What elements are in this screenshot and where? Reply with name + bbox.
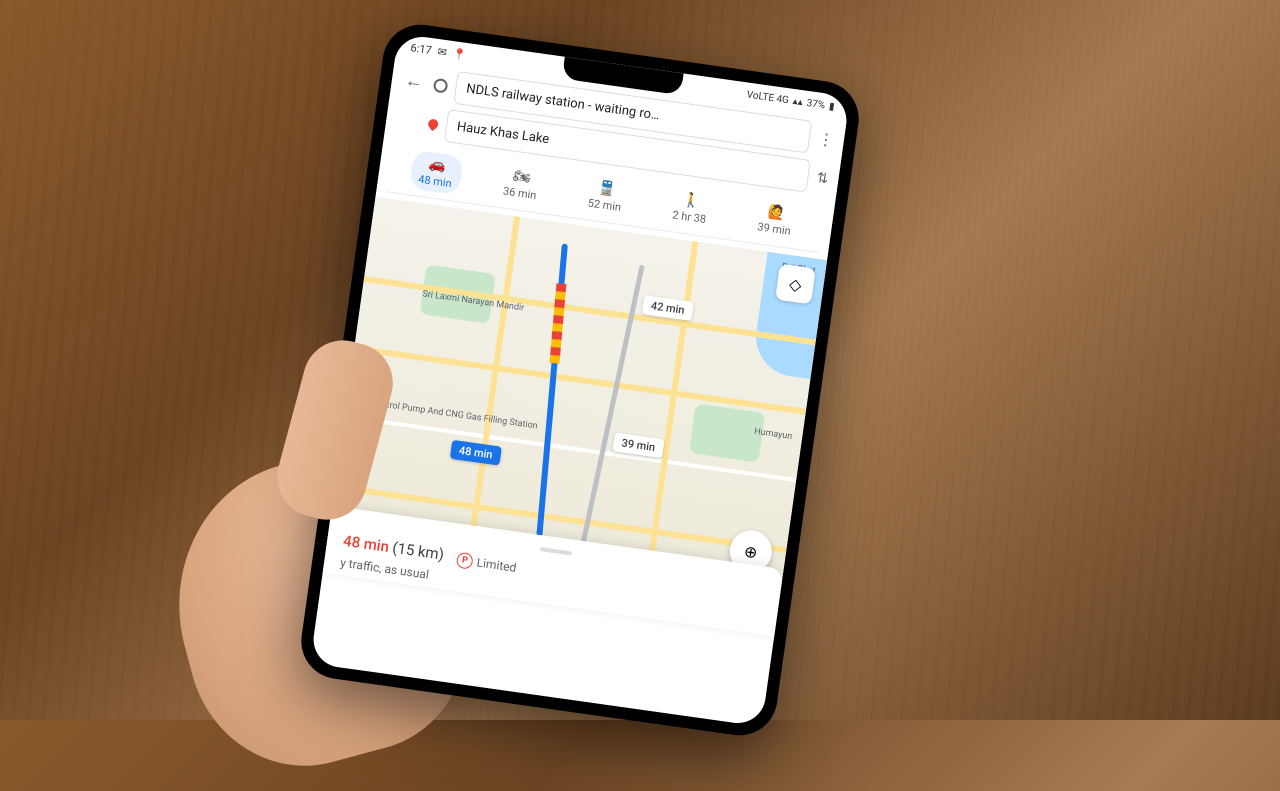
network-label: VoLTE 4G	[746, 89, 790, 106]
battery-pct: 37%	[806, 98, 826, 111]
mode-motorcycle-label: 36 min	[502, 185, 537, 203]
mode-walk-label: 2 hr 38	[672, 208, 707, 226]
map-canvas[interactable]: 48 min 42 min 39 min Sri Laxmi Narayan M…	[323, 197, 827, 637]
mode-rideshare[interactable]: 🙋39 min	[748, 197, 802, 243]
signal-icon: ▴▴	[792, 96, 803, 108]
summary-time: 48 min	[342, 532, 390, 556]
mode-transit[interactable]: 🚆52 min	[578, 174, 632, 220]
walk-icon: 🚶	[682, 192, 701, 210]
layers-icon: ◇	[788, 274, 803, 295]
mode-car-label: 48 min	[418, 173, 453, 191]
sheet-handle[interactable]	[540, 547, 572, 555]
status-time: 6:17	[410, 41, 433, 57]
crosshair-icon: ⊕	[743, 541, 759, 562]
location-icon: 📍	[452, 47, 467, 62]
mode-rideshare-label: 39 min	[757, 220, 792, 238]
motorcycle-icon: 🏍	[512, 168, 532, 186]
battery-icon: ▮	[828, 101, 835, 113]
rideshare-icon: 🙋	[767, 204, 786, 222]
origin-icon	[433, 77, 449, 93]
mail-icon: ✉	[437, 45, 448, 59]
mode-walk[interactable]: 🚶2 hr 38	[663, 185, 718, 231]
layers-button[interactable]: ◇	[775, 264, 816, 305]
mode-car[interactable]: 🚗48 min	[409, 150, 463, 196]
back-button[interactable]: ←	[401, 69, 428, 93]
mode-transit-label: 52 min	[587, 196, 622, 214]
overflow-menu-button[interactable]: ⋮	[817, 129, 835, 150]
swap-button[interactable]: ⇅	[816, 170, 830, 187]
parking-icon: P	[456, 552, 474, 570]
destination-icon	[426, 117, 440, 131]
summary-distance: (15 km)	[391, 539, 445, 564]
parking-status: Limited	[476, 555, 517, 574]
car-icon: 🚗	[428, 156, 447, 174]
transit-icon: 🚆	[597, 180, 616, 198]
mode-motorcycle[interactable]: 🏍36 min	[494, 162, 548, 208]
